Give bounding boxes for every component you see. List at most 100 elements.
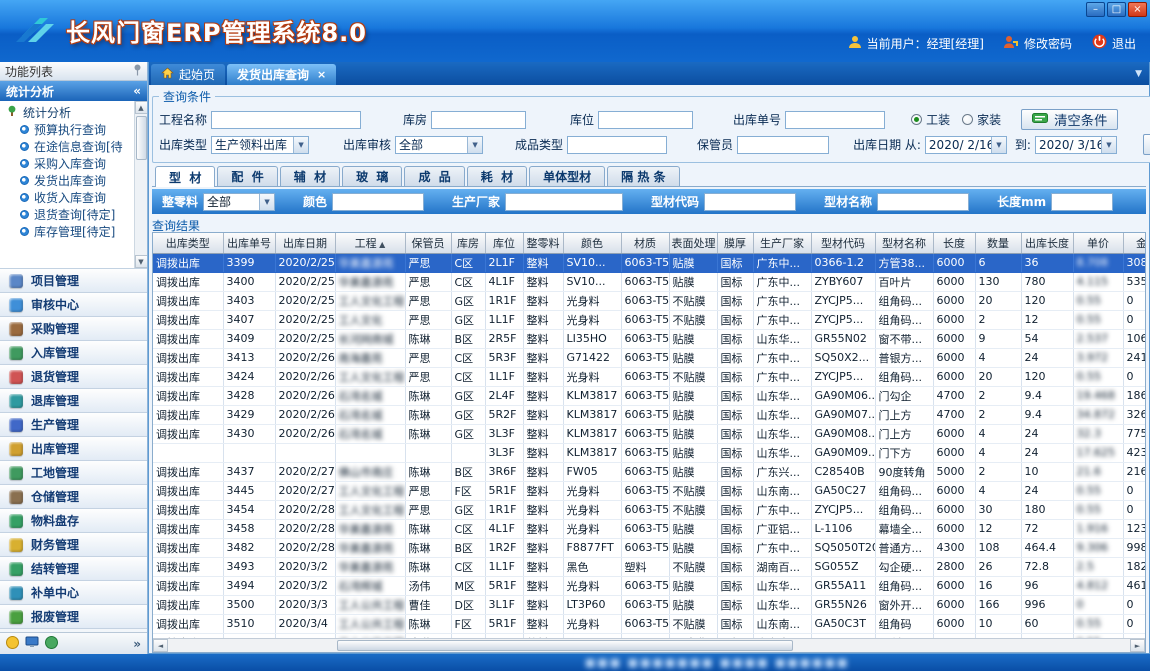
search-button[interactable]: 查 询	[1143, 134, 1150, 155]
table-row[interactable]: 调拨出库34072020/2/25工人文化严思G区1L1F整料光身料6063-T…	[153, 310, 1145, 329]
product-type-input[interactable]	[567, 136, 667, 154]
sidebar-module-item[interactable]: 物料盘存	[0, 509, 147, 533]
tree-item[interactable]: 预算执行查询	[6, 121, 133, 138]
tab-home[interactable]: 起始页	[151, 64, 225, 85]
sidebar-module-item[interactable]: 财务管理	[0, 533, 147, 557]
material-tab[interactable]: 配 件	[217, 166, 277, 186]
order-no-input[interactable]	[785, 111, 885, 129]
tree-item[interactable]: 收货入库查询	[6, 189, 133, 206]
column-header[interactable]: 出库长度	[1021, 233, 1073, 253]
column-header[interactable]: 型材名称	[875, 233, 933, 253]
table-row[interactable]: 调拨出库34132020/2/26南海嘉苑严思C区5R3F整料G71422606…	[153, 348, 1145, 367]
column-header[interactable]: 颜色	[563, 233, 621, 253]
project-name-input[interactable]	[211, 111, 361, 129]
date-from-select[interactable]: 2020/ 2/16 ▼	[925, 136, 1007, 154]
chevron-down-icon[interactable]: ▼	[991, 137, 1006, 153]
chevron-down-icon[interactable]: ▼	[293, 137, 308, 153]
sidebar-module-item[interactable]: 生产管理	[0, 413, 147, 437]
table-row[interactable]: 调拨出库35102020/3/4工人公共工程陈琳F区5R1F整料光身料6063-…	[153, 614, 1145, 633]
sidebar-module-item[interactable]: 工地管理	[0, 461, 147, 485]
globe-icon[interactable]	[45, 636, 58, 652]
column-header[interactable]: 表面处理	[669, 233, 717, 253]
keeper-input[interactable]	[737, 136, 829, 154]
table-row[interactable]: 调拨出库34092020/2/25长河网商城陈琳B区2R5F整料LI35HO60…	[153, 329, 1145, 348]
table-row[interactable]: 调拨出库34822020/2/28华美嘉源苑陈琳B区1R2F整料F8877FT6…	[153, 538, 1145, 557]
material-tab[interactable]: 玻 璃	[342, 166, 402, 186]
scroll-left-icon[interactable]: ◄	[153, 639, 168, 652]
audit-select[interactable]: 全部 ▼	[395, 136, 483, 154]
table-row[interactable]: 调拨出库34942020/3/2石湾辉城汤伟M区5R1F整料光身料6063-T5…	[153, 576, 1145, 595]
tab-close-icon[interactable]: ×	[317, 68, 326, 81]
tree-item[interactable]: 在途信息查询[待	[6, 138, 133, 155]
chevron-down-icon[interactable]: ▼	[259, 194, 274, 210]
column-header[interactable]: 膜厚	[717, 233, 753, 253]
table-row[interactable]: 调拨出库33992020/2/25华美嘉源苑严思C区2L1F整料SV10...6…	[153, 253, 1145, 272]
profile-code-input[interactable]	[704, 193, 796, 211]
radio-work[interactable]	[911, 114, 922, 125]
table-row[interactable]: 调拨出库34282020/2/26石湾名城陈琳G区2L4F整料KLM381760…	[153, 386, 1145, 405]
monitor-icon[interactable]	[25, 636, 39, 651]
scrollbar-thumb[interactable]	[337, 640, 793, 651]
outbound-type-select[interactable]: 生产领料出库 ▼	[211, 136, 309, 154]
column-header[interactable]: 保管员	[405, 233, 451, 253]
radio-work-label[interactable]: 工装	[926, 111, 950, 128]
scroll-up-icon[interactable]: ▲	[135, 101, 148, 114]
smiley-icon[interactable]	[6, 636, 19, 652]
column-header[interactable]: 出库单号	[223, 233, 275, 253]
sidebar-module-item[interactable]: 采购管理	[0, 317, 147, 341]
profile-name-input[interactable]	[877, 193, 969, 211]
chevron-down-icon[interactable]: ▼	[1101, 137, 1116, 153]
column-header[interactable]: 整零料	[523, 233, 563, 253]
material-tab[interactable]: 隔 热 条	[607, 166, 679, 186]
table-row[interactable]: 3L3F整料KLM38176063-T5贴膜国标山东华...GA90M09...…	[153, 443, 1145, 462]
change-password-button[interactable]: 修改密码	[1004, 35, 1072, 52]
tree-item[interactable]: 采购入库查询	[6, 155, 133, 172]
chevron-down-icon[interactable]: ▼	[467, 137, 482, 153]
table-row[interactable]: 调拨出库34372020/2/27佛山市南庄陈琳B区3R6F整料FW056063…	[153, 462, 1145, 481]
sidebar-module-item[interactable]: 出库管理	[0, 437, 147, 461]
column-header[interactable]: 工程 ▲	[335, 233, 405, 253]
maximize-button[interactable]: □	[1107, 2, 1126, 17]
logout-button[interactable]: 退出	[1092, 34, 1136, 52]
material-tab[interactable]: 成 品	[404, 166, 464, 186]
sidebar-module-item[interactable]: 仓储管理	[0, 485, 147, 509]
table-row[interactable]: 调拨出库34452020/2/27工人文化工程严思F区5R1F整料光身料6063…	[153, 481, 1145, 500]
column-header[interactable]: 金额	[1123, 233, 1145, 253]
column-header[interactable]: 出库类型	[153, 233, 223, 253]
sidebar-module-item[interactable]: 补单中心	[0, 581, 147, 605]
material-tab[interactable]: 耗 材	[467, 166, 527, 186]
table-row[interactable]: 调拨出库34242020/2/26工人文化工程严思C区1L1F整料光身料6063…	[153, 367, 1145, 386]
sidebar-module-item[interactable]: 入库管理	[0, 341, 147, 365]
sidebar-module-item[interactable]: 结转管理	[0, 557, 147, 581]
length-input[interactable]	[1051, 193, 1113, 211]
whole-part-select[interactable]: 全部 ▼	[203, 193, 275, 211]
manufacturer-input[interactable]	[505, 193, 623, 211]
table-row[interactable]: 调拨出库34582020/2/28华美嘉源苑陈琳C区4L1F整料光身料6063-…	[153, 519, 1145, 538]
pin-icon[interactable]	[133, 64, 142, 79]
table-row[interactable]: 调拨出库35002020/3/3工人公共工程曹佳D区3L1F整料LT3P6060…	[153, 595, 1145, 614]
section-header-statistics[interactable]: 统计分析 «	[0, 81, 147, 101]
sidebar-module-item[interactable]: 审核中心	[0, 293, 147, 317]
color-input[interactable]	[332, 193, 424, 211]
column-header[interactable]: 长度	[933, 233, 975, 253]
column-header[interactable]: 生产厂家	[753, 233, 811, 253]
tree-root[interactable]: 统计分析	[6, 104, 133, 121]
column-header[interactable]: 单价	[1073, 233, 1123, 253]
radio-home-label[interactable]: 家装	[977, 111, 1001, 128]
warehouse-input[interactable]	[431, 111, 526, 129]
table-row[interactable]: 调拨出库34932020/3/2华美嘉源苑陈琳C区1L1F整料黑色塑料不贴膜国标…	[153, 557, 1145, 576]
location-input[interactable]	[598, 111, 693, 129]
scrollbar-thumb[interactable]	[136, 116, 147, 160]
sidebar-module-item[interactable]: 退库管理	[0, 389, 147, 413]
tab-list-dropdown-icon[interactable]: ▼	[1135, 69, 1142, 79]
table-row[interactable]: 调拨出库34292020/2/26石湾名城陈琳G区5R2F整料KLM381760…	[153, 405, 1145, 424]
table-row[interactable]: 调拨出库34032020/2/25工人文化工程严思G区1R1F整料光身料6063…	[153, 291, 1145, 310]
chevrons-right-icon[interactable]: »	[133, 637, 141, 651]
column-header[interactable]: 材质	[621, 233, 669, 253]
column-header[interactable]: 数量	[975, 233, 1021, 253]
sidebar-module-item[interactable]: 项目管理	[0, 269, 147, 293]
tab-shipping-outbound-query[interactable]: 发货出库查询 ×	[227, 64, 336, 85]
clear-conditions-button[interactable]: 清空条件	[1021, 109, 1118, 130]
table-row[interactable]: 调拨出库34302020/2/26石湾名城陈琳G区3L3F整料KLM381760…	[153, 424, 1145, 443]
material-tab[interactable]: 单体型材	[529, 166, 605, 186]
